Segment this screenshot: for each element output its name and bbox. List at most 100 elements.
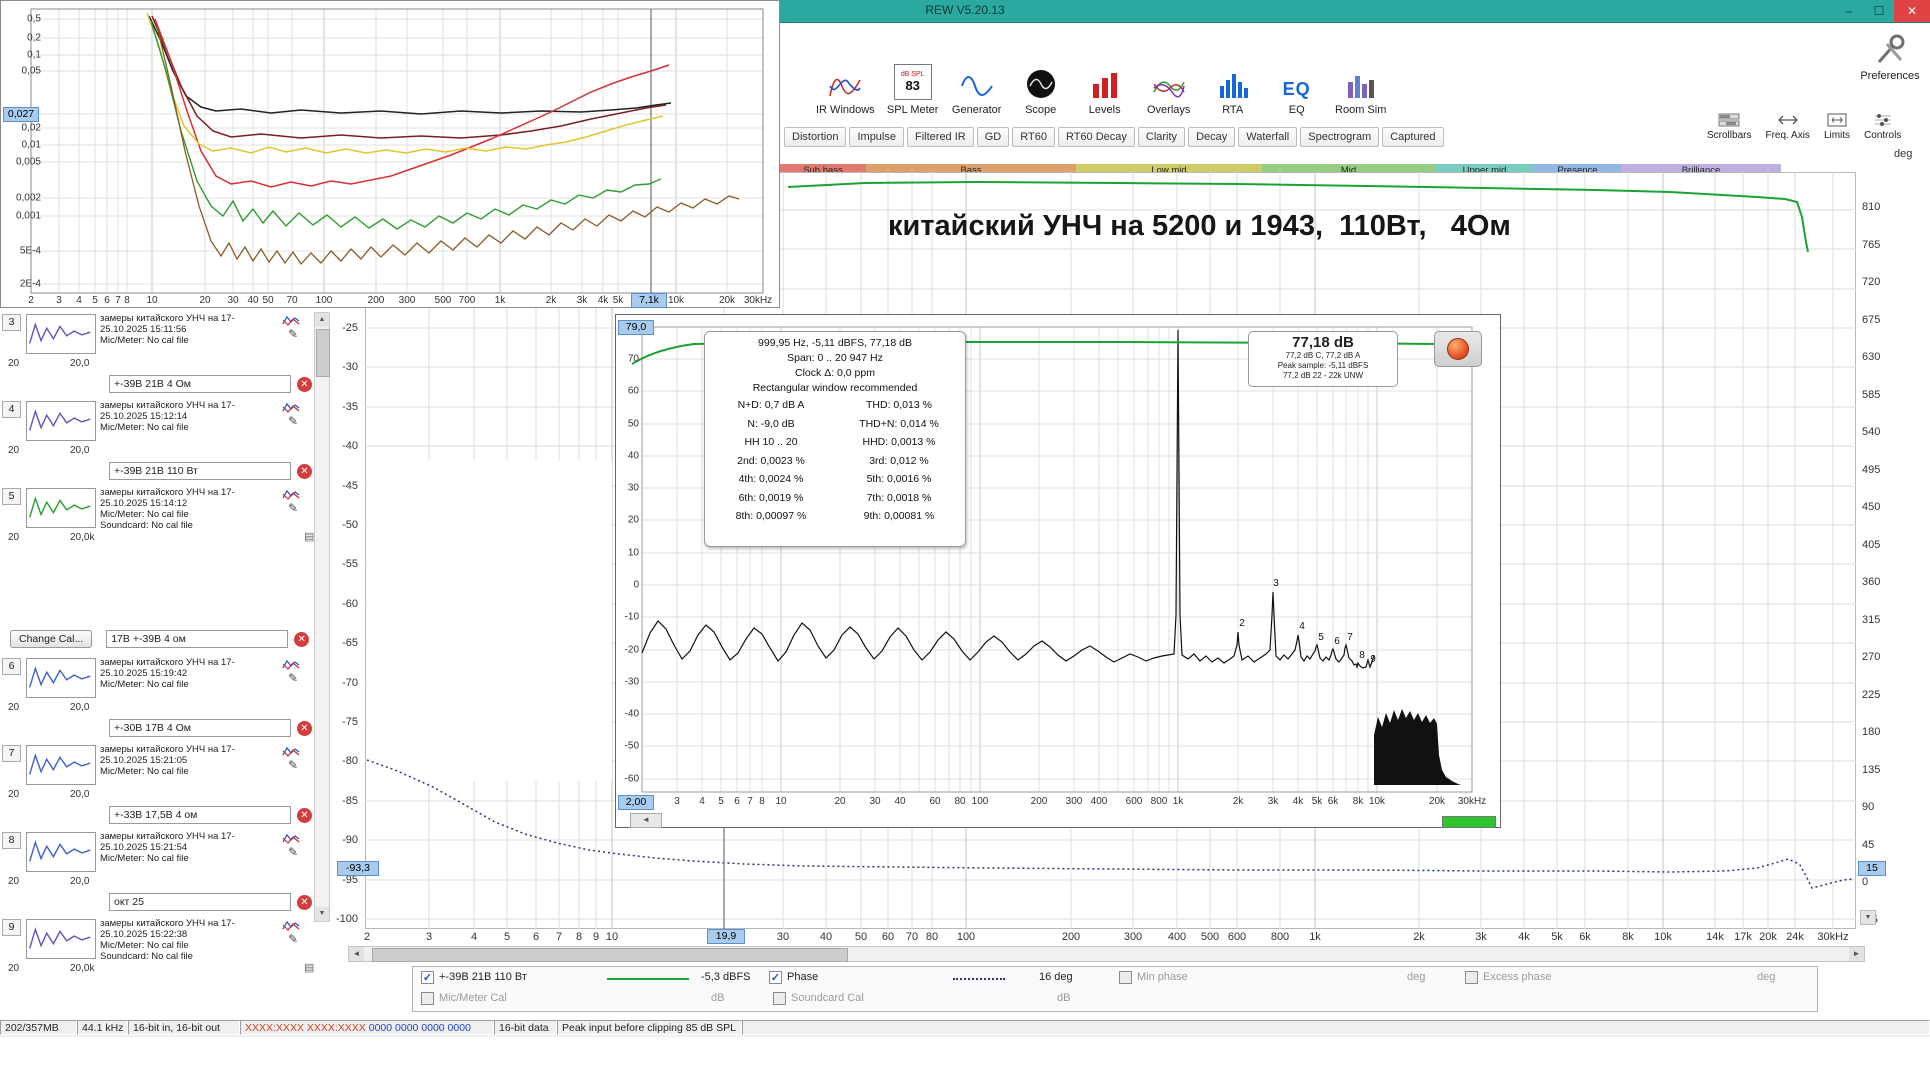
scroll-left-icon[interactable]: ◄ (349, 947, 364, 961)
mic-cal-checkbox[interactable] (421, 992, 434, 1005)
room-sim-button[interactable]: Room Sim (1329, 28, 1393, 116)
graph-icon[interactable] (282, 658, 300, 671)
scroll-down-icon[interactable]: ▼ (315, 907, 329, 921)
measurement-thumbnail[interactable] (26, 658, 96, 698)
delete-measurement-button[interactable]: ✕ (297, 377, 312, 392)
soundcard-cal-checkbox[interactable] (773, 992, 786, 1005)
measurement-thumbnail[interactable] (26, 832, 96, 872)
tab[interactable]: Impulse (849, 127, 904, 147)
tab[interactable]: Captured (1382, 127, 1443, 147)
axis-tick: 630 (1862, 351, 1904, 363)
scrollbar-thumb[interactable] (316, 329, 330, 377)
measurement-thumbnail[interactable] (26, 919, 96, 959)
phase-checkbox[interactable]: ✓ (769, 971, 782, 984)
graph-icon[interactable] (282, 314, 300, 327)
sidebar-scrollbar[interactable]: ▲ ▼ (314, 312, 330, 922)
measurement-number[interactable]: 9 (2, 919, 21, 936)
scrollbars-button[interactable]: Scrollbars (1700, 113, 1758, 141)
tab[interactable]: Filtered IR (907, 127, 974, 147)
measurement-name-input[interactable]: +-33В 17,5В 4 ом (109, 806, 291, 824)
measurement-item[interactable]: 4 замеры китайского УНЧ на 17- 25.10.202… (0, 399, 334, 480)
edit-icon[interactable]: ✎ (282, 671, 304, 685)
delete-measurement-button[interactable]: ✕ (297, 464, 312, 479)
excess-phase-checkbox[interactable] (1465, 971, 1478, 984)
measurement-thumbnail[interactable] (26, 745, 96, 785)
measurement-name-input[interactable]: +-39В 21В 4 Ом (109, 375, 291, 393)
measurement-number[interactable]: 8 (2, 832, 21, 849)
measurement-number[interactable]: 4 (2, 401, 21, 418)
graph-hscrollbar[interactable]: ◄ ► (348, 946, 1865, 962)
close-button[interactable]: ✕ (1894, 0, 1930, 22)
scrollbar-thumb[interactable] (372, 948, 848, 962)
rta-panel[interactable]: 706050403020100-10-20-30-40-50-60 345678… (615, 314, 1501, 828)
graph-icon[interactable] (282, 401, 300, 414)
distortion-overlay-window[interactable]: 0,50,20,10,050,020,010,0050,0020,0015E-4… (0, 0, 780, 308)
tab[interactable]: RT60 (1012, 127, 1055, 147)
measurement-item[interactable]: 6 замеры китайского УНЧ на 17- 25.10.202… (0, 656, 334, 737)
tab[interactable]: Spectrogram (1300, 127, 1379, 147)
freq-axis-button[interactable]: Freq. Axis (1758, 113, 1816, 141)
scroll-right-icon[interactable]: ► (1849, 947, 1864, 961)
delete-measurement-button[interactable]: ✕ (294, 632, 309, 647)
tab[interactable]: Decay (1188, 127, 1235, 147)
measurement-item[interactable]: 7 замеры китайского УНЧ на 17- 25.10.202… (0, 743, 334, 824)
measurement-name-input[interactable]: 17В +-39В 4 ом (106, 630, 288, 648)
measurement-datetime: 25.10.2025 15:11:56 (100, 324, 278, 335)
spl-meter-button[interactable]: dB SPL 83 SPL Meter (881, 28, 945, 116)
tab[interactable]: Distortion (784, 127, 846, 147)
trace-checkbox[interactable]: ✓ (421, 971, 434, 984)
graph-icon[interactable] (282, 832, 300, 845)
ir-windows-button[interactable]: IR Windows (810, 28, 881, 116)
measurement-number[interactable]: 7 (2, 745, 21, 762)
edit-icon[interactable]: ✎ (282, 845, 304, 859)
min-phase-checkbox[interactable] (1119, 971, 1132, 984)
scope-button[interactable]: Scope (1009, 28, 1073, 116)
delete-measurement-button[interactable]: ✕ (297, 895, 312, 910)
graph-icon[interactable] (282, 488, 300, 501)
levels-button[interactable]: Levels (1073, 28, 1137, 116)
measurement-item[interactable]: 8 замеры китайского УНЧ на 17- 25.10.202… (0, 830, 334, 911)
notes-icon[interactable]: ▤ (304, 961, 314, 974)
delete-measurement-button[interactable]: ✕ (297, 808, 312, 823)
rta-scroll-left[interactable]: ◄ (630, 813, 662, 828)
limits-button[interactable]: Limits (1817, 113, 1857, 141)
edit-icon[interactable]: ✎ (282, 932, 304, 946)
measurement-name-input[interactable]: окт 25 (109, 893, 291, 911)
measurement-item[interactable]: 9 замеры китайского УНЧ на 17- 25.10.202… (0, 917, 334, 977)
edit-icon[interactable]: ✎ (282, 501, 304, 515)
edit-icon[interactable]: ✎ (282, 414, 304, 428)
preferences-button[interactable]: Preferences (1852, 34, 1928, 82)
scroll-down-icon[interactable]: ▼ (1860, 910, 1876, 925)
overlays-button[interactable]: Overlays (1137, 28, 1201, 116)
tab[interactable]: Waterfall (1238, 127, 1297, 147)
tab[interactable]: RT60 Decay (1058, 127, 1135, 147)
eq-button[interactable]: EQ EQ (1265, 28, 1329, 116)
rta-noise-mass (1374, 709, 1461, 785)
measurement-number[interactable]: 3 (2, 314, 21, 331)
generator-button[interactable]: Generator (945, 28, 1009, 116)
rta-button[interactable]: RTA (1201, 28, 1265, 116)
minimize-button[interactable]: – (1834, 0, 1864, 22)
measurement-name-input[interactable]: +-39В 21В 110 Вт (109, 462, 291, 480)
measurement-thumbnail[interactable] (26, 488, 96, 528)
change-cal-button[interactable]: Change Cal... (10, 630, 92, 648)
graph-icon[interactable] (282, 745, 300, 758)
delete-measurement-button[interactable]: ✕ (297, 721, 312, 736)
edit-icon[interactable]: ✎ (282, 758, 304, 772)
edit-icon[interactable]: ✎ (282, 327, 304, 341)
measurement-thumbnail[interactable] (26, 314, 96, 354)
measurement-number[interactable]: 6 (2, 658, 21, 675)
tab[interactable]: Clarity (1138, 127, 1185, 147)
tab[interactable]: GD (977, 127, 1010, 147)
scroll-up-icon[interactable]: ▲ (315, 313, 329, 327)
measurement-number[interactable]: 5 (2, 488, 21, 505)
measurement-item[interactable]: 3 замеры китайского УНЧ на 17- 25.10.202… (0, 312, 334, 393)
measurement-item[interactable]: 5 замеры китайского УНЧ на 17- 25.10.202… (0, 486, 334, 546)
controls-button[interactable]: Controls (1857, 113, 1908, 141)
record-button[interactable] (1434, 331, 1482, 367)
measurement-thumbnail[interactable] (26, 401, 96, 441)
notes-icon[interactable]: ▤ (304, 530, 314, 543)
graph-icon[interactable] (282, 919, 300, 932)
maximize-button[interactable]: ☐ (1864, 0, 1894, 22)
measurement-name-input[interactable]: +-30В 17В 4 Ом (109, 719, 291, 737)
